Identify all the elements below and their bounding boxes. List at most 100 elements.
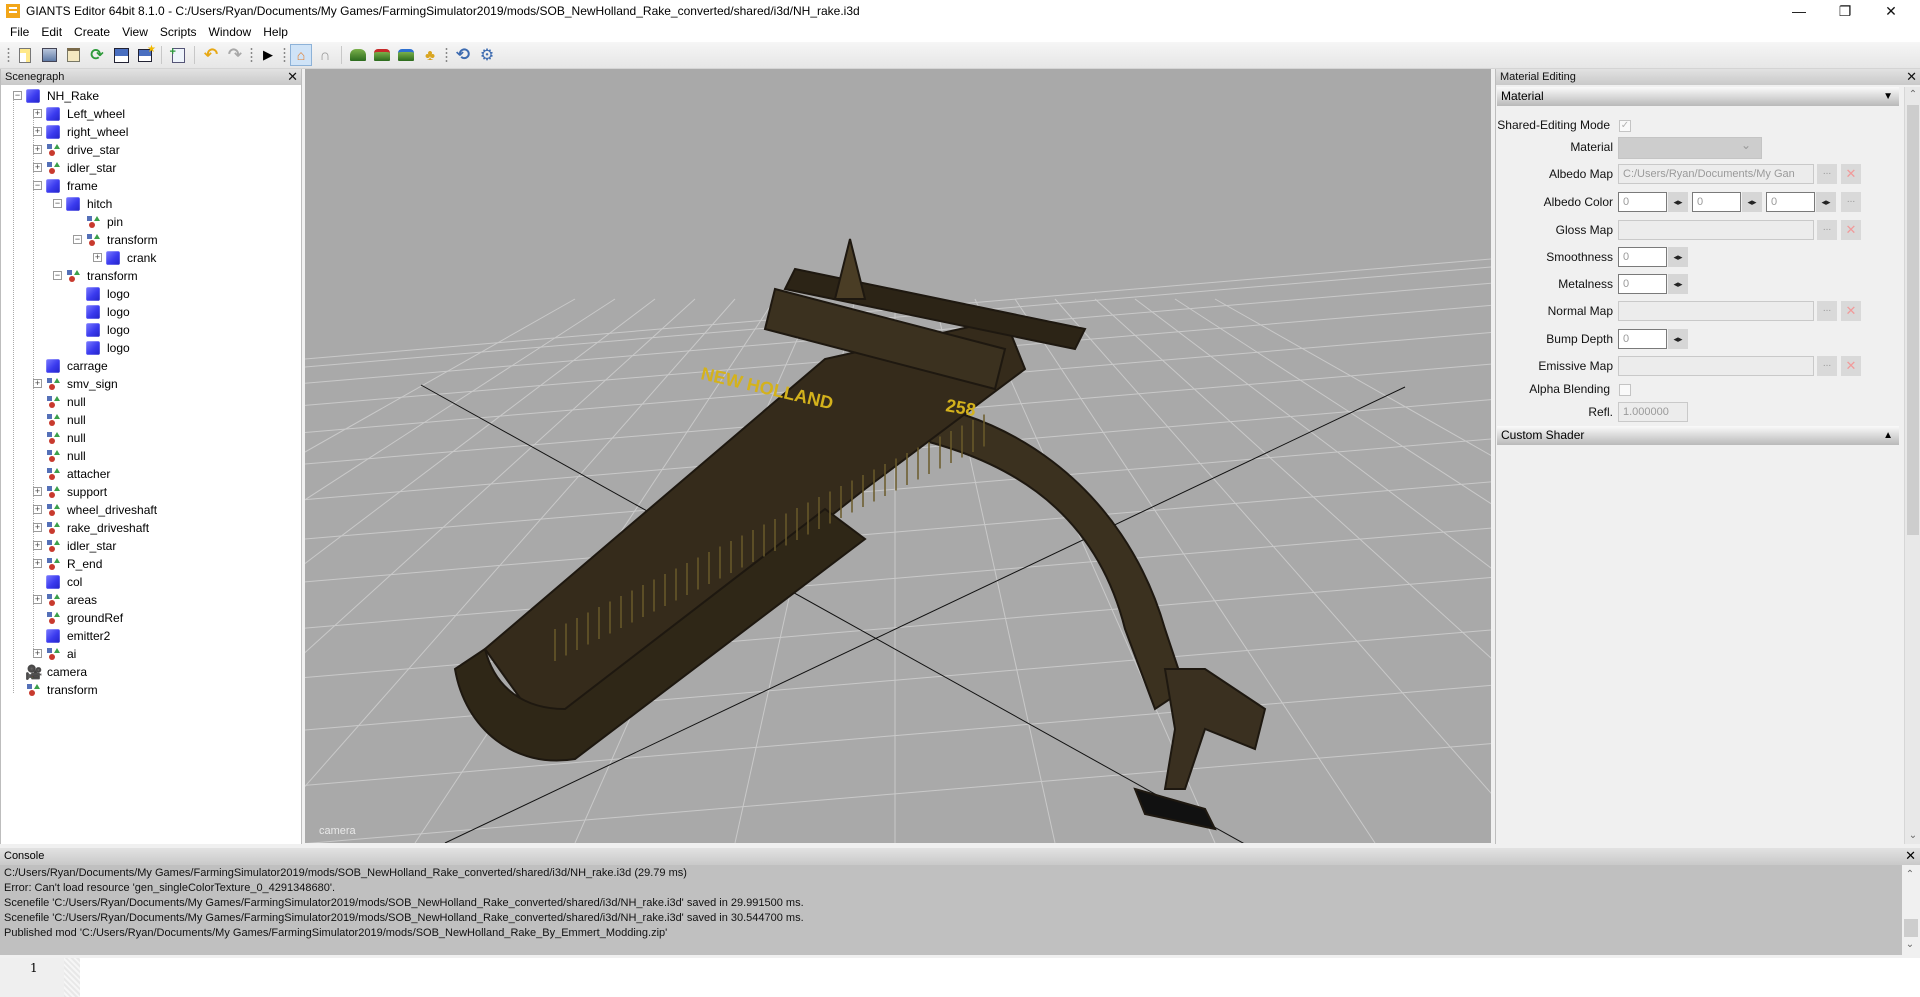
collapse-icon[interactable]: − (13, 91, 22, 100)
menu-scripts[interactable]: Scripts (154, 25, 203, 39)
tree-node[interactable]: − transform (1, 267, 301, 285)
tree-node[interactable]: + Left_wheel (1, 105, 301, 123)
tree-node[interactable]: + ai (1, 645, 301, 663)
reload-button[interactable]: ⟳ (86, 44, 108, 66)
expand-icon[interactable]: + (33, 505, 42, 514)
menu-edit[interactable]: Edit (35, 25, 68, 39)
save-button[interactable] (110, 44, 132, 66)
play-button[interactable]: ▶ (257, 44, 279, 66)
albedo-color-g-spinner[interactable]: ◂▸ (1742, 192, 1762, 212)
albedo-color-b-input[interactable]: 0 (1766, 192, 1815, 212)
tree-node[interactable]: + rake_driveshaft (1, 519, 301, 537)
tree-node[interactable]: 🎥 camera (1, 663, 301, 681)
tree-node[interactable]: + R_end (1, 555, 301, 573)
redo-button[interactable]: ↷ (224, 44, 246, 66)
tree-node[interactable]: carrage (1, 357, 301, 375)
expand-icon[interactable]: + (33, 145, 42, 154)
settings-button[interactable]: ⚙ (476, 44, 498, 66)
normal-map-clear-button[interactable]: ✕ (1841, 301, 1861, 321)
bump-depth-input[interactable]: 0 (1618, 329, 1667, 349)
metalness-spinner[interactable]: ◂▸ (1668, 274, 1688, 294)
script-editor[interactable]: 1 (0, 958, 1920, 997)
albedo-map-input[interactable]: C:/Users/Ryan/Documents/My Gan (1618, 164, 1814, 184)
tree-node[interactable]: pin (1, 213, 301, 231)
tree-node[interactable]: + idler_star (1, 159, 301, 177)
tree-node[interactable]: + drive_star (1, 141, 301, 159)
expand-icon[interactable]: + (33, 109, 42, 118)
shared-editing-checkbox[interactable]: ✓ (1619, 120, 1631, 132)
scroll-up-icon[interactable]: ⌃ (1902, 867, 1918, 883)
scrollbar-thumb[interactable] (1904, 919, 1918, 937)
custom-shader-section-header[interactable]: Custom Shader ▲ (1497, 426, 1899, 445)
gloss-map-clear-button[interactable]: ✕ (1841, 220, 1861, 240)
expand-icon[interactable]: + (33, 523, 42, 532)
tree-node[interactable]: transform (1, 681, 301, 699)
toolbar-grip[interactable] (250, 47, 253, 63)
menu-help[interactable]: Help (257, 25, 294, 39)
tree-node[interactable]: attacher (1, 465, 301, 483)
emissive-map-browse-button[interactable]: ... (1817, 356, 1837, 376)
menu-file[interactable]: File (4, 25, 35, 39)
snap-button[interactable]: ∩ (314, 44, 336, 66)
tree-node[interactable]: logo (1, 303, 301, 321)
tree-node[interactable]: + idler_star (1, 537, 301, 555)
import-button[interactable]: + (167, 44, 189, 66)
tree-node[interactable]: groundRef (1, 609, 301, 627)
scroll-down-icon[interactable]: ⌄ (1902, 937, 1918, 953)
toolbar-grip[interactable] (7, 47, 10, 63)
toolbar-grip[interactable] (445, 47, 448, 63)
menu-view[interactable]: View (116, 25, 154, 39)
scroll-up-icon[interactable]: ⌃ (1905, 87, 1920, 103)
metalness-input[interactable]: 0 (1618, 274, 1667, 294)
tree-node[interactable]: − frame (1, 177, 301, 195)
home-camera-button[interactable]: ⌂ (290, 44, 312, 66)
tree-node[interactable]: − transform (1, 231, 301, 249)
bump-depth-spinner[interactable]: ◂▸ (1668, 329, 1688, 349)
gloss-map-input[interactable] (1618, 220, 1814, 240)
emissive-map-clear-button[interactable]: ✕ (1841, 356, 1861, 376)
close-scenegraph-button[interactable]: ✕ (287, 69, 298, 85)
refresh-shaders-button[interactable]: ⟲ (452, 44, 474, 66)
albedo-color-g-input[interactable]: 0 (1692, 192, 1741, 212)
albedo-map-browse-button[interactable]: ... (1817, 164, 1837, 184)
tree-node[interactable]: null (1, 393, 301, 411)
smoothness-input[interactable]: 0 (1618, 247, 1667, 267)
alpha-blending-checkbox[interactable] (1619, 384, 1631, 396)
expand-icon[interactable]: + (93, 253, 102, 262)
save-as-button[interactable]: ★ (134, 44, 156, 66)
scrollbar-thumb[interactable] (1907, 105, 1919, 535)
expand-icon[interactable]: + (33, 487, 42, 496)
undo-button[interactable]: ↶ (200, 44, 222, 66)
normal-map-input[interactable] (1618, 301, 1814, 321)
albedo-color-r-spinner[interactable]: ◂▸ (1668, 192, 1688, 212)
refl-input[interactable]: 1.000000 (1618, 402, 1688, 422)
expand-icon[interactable]: + (33, 559, 42, 568)
close-console-button[interactable]: ✕ (1905, 848, 1916, 864)
emissive-map-input[interactable] (1618, 356, 1814, 376)
toolbar-grip[interactable] (283, 47, 286, 63)
collapse-icon[interactable]: − (53, 271, 62, 280)
3d-viewport[interactable]: NEW HOLLAND 258 camera (305, 69, 1491, 843)
tree-node[interactable]: − hitch (1, 195, 301, 213)
scroll-down-icon[interactable]: ⌄ (1905, 828, 1920, 844)
tree-node[interactable]: + support (1, 483, 301, 501)
albedo-color-b-spinner[interactable]: ◂▸ (1816, 192, 1836, 212)
tree-node[interactable]: emitter2 (1, 627, 301, 645)
tree-node[interactable]: col (1, 573, 301, 591)
expand-icon[interactable]: + (33, 595, 42, 604)
expand-icon[interactable]: + (33, 379, 42, 388)
expand-icon[interactable]: + (33, 127, 42, 136)
expand-icon[interactable]: + (33, 163, 42, 172)
albedo-color-r-input[interactable]: 0 (1618, 192, 1667, 212)
tree-node[interactable]: + smv_sign (1, 375, 301, 393)
new-file-button[interactable] (14, 44, 36, 66)
collapse-icon[interactable]: − (73, 235, 82, 244)
restore-button[interactable]: ❐ (1822, 0, 1868, 22)
tree-node[interactable]: null (1, 429, 301, 447)
collapse-icon[interactable]: − (53, 199, 62, 208)
gloss-map-browse-button[interactable]: ... (1817, 220, 1837, 240)
edit-file-button[interactable] (62, 44, 84, 66)
tree-node[interactable]: + areas (1, 591, 301, 609)
minimize-button[interactable]: — (1776, 0, 1822, 22)
tree-node[interactable]: + wheel_driveshaft (1, 501, 301, 519)
